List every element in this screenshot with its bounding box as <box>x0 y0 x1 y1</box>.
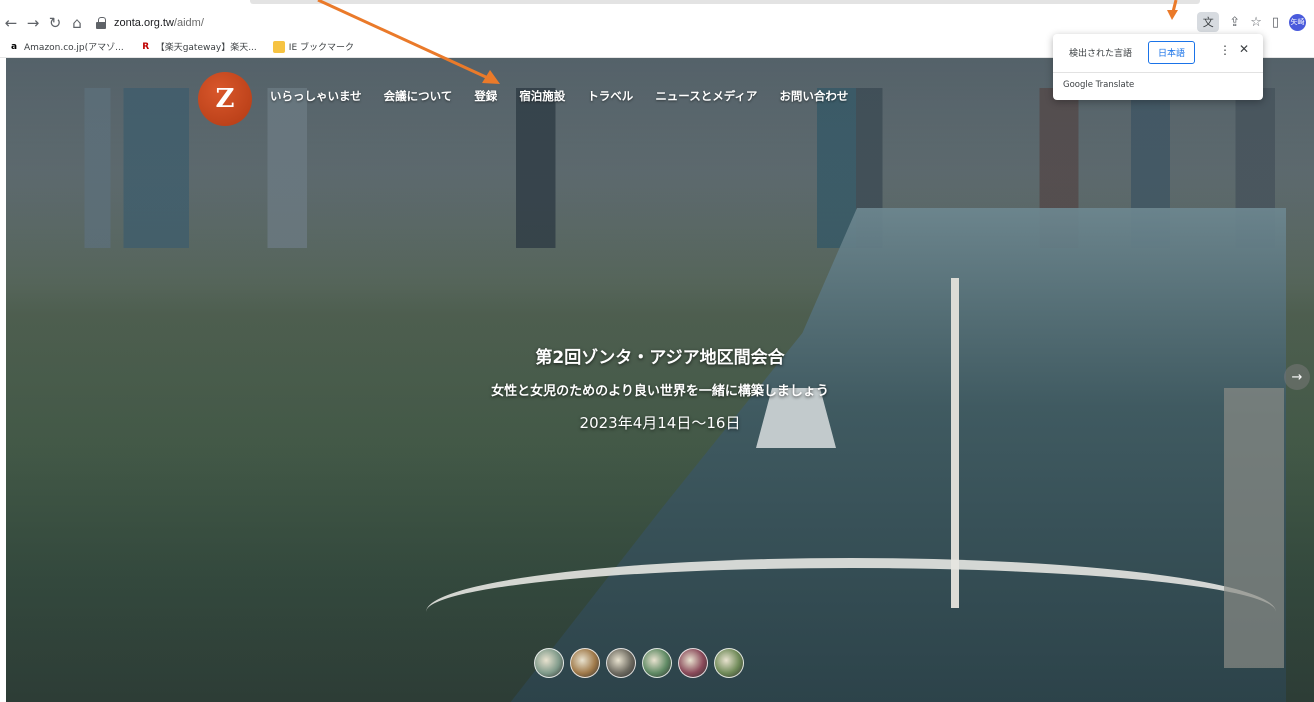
slide-thumbnail[interactable] <box>714 648 744 678</box>
nav-item-contact[interactable]: お問い合わせ <box>779 88 848 104</box>
bookmark-label: Amazon.co.jp(アマゾ... <box>24 43 124 53</box>
nav-item-about[interactable]: 会議について <box>384 88 453 104</box>
url-bar[interactable]: zonta.org.tw/aidm/ <box>96 12 204 34</box>
url-text[interactable]: zonta.org.tw/aidm/ <box>114 17 204 29</box>
slide-thumbnail[interactable] <box>678 648 708 678</box>
rakuten-icon: R <box>142 41 150 52</box>
tab-japanese[interactable]: 日本語 <box>1148 41 1196 64</box>
toolbar-right: 文 ⇪ ☆ ▯ 矢崎 <box>1197 12 1306 32</box>
slide-thumbnail[interactable] <box>570 648 600 678</box>
slide-thumbnail[interactable] <box>642 648 672 678</box>
divider <box>1053 72 1263 73</box>
google-translate-label: Google Translate <box>1063 80 1135 90</box>
reload-icon[interactable]: ↻ <box>44 12 66 34</box>
nav-item-accommodation[interactable]: 宿泊施設 <box>519 88 565 104</box>
slide-thumbnail[interactable] <box>534 648 564 678</box>
bookmark-amazon[interactable]: a Amazon.co.jp(アマゾ... <box>8 40 124 54</box>
translate-icon[interactable]: 文 <box>1197 12 1220 32</box>
forward-arrow-icon[interactable]: → <box>22 12 44 34</box>
site-nav: いらっしゃいませ 会議について 登録 宿泊施設 トラベル ニュースとメディア お… <box>270 88 870 104</box>
bookmark-label: IE ブックマーク <box>288 43 354 53</box>
bridge-pylon <box>951 278 959 608</box>
translate-tabs: 検出された言語 日本語 <box>1059 41 1196 64</box>
bookmark-rakuten[interactable]: R 【楽天gateway】楽天... <box>140 40 257 54</box>
address-bar-row: ← → ↻ ⌂ zonta.org.tw/aidm/ 文 ⇪ ☆ ▯ 矢崎 <box>0 10 1314 36</box>
share-icon[interactable]: ⇪ <box>1229 15 1240 30</box>
nav-item-travel[interactable]: トラベル <box>587 88 633 104</box>
nav-item-registration[interactable]: 登録 <box>474 88 497 104</box>
hero-date: 2023年4月14日～16日 <box>579 414 741 432</box>
slide-thumbnails <box>534 648 744 678</box>
site-logo[interactable]: Z <box>198 72 252 126</box>
star-icon[interactable]: ☆ <box>1250 15 1262 30</box>
close-icon[interactable]: ✕ <box>1239 42 1249 56</box>
slide-thumbnail[interactable] <box>606 648 636 678</box>
tab-detected-language[interactable]: 検出された言語 <box>1059 41 1142 64</box>
next-slide-button[interactable]: → <box>1284 364 1310 390</box>
nav-item-welcome[interactable]: いらっしゃいませ <box>270 88 362 104</box>
hero-banner: Z いらっしゃいませ 会議について 登録 宿泊施設 トラベル ニュースとメディア… <box>6 58 1314 702</box>
annotation-bar <box>250 0 1200 4</box>
back-arrow-icon[interactable]: ← <box>0 12 22 34</box>
bookmark-label: 【楽天gateway】楽天... <box>155 43 257 53</box>
folder-icon <box>272 40 285 53</box>
hero-title: 第2回ゾンタ・アジア地区間会合 <box>535 348 785 368</box>
arrow-right-icon: → <box>1291 369 1303 385</box>
translate-popup: 検出された言語 日本語 ⋮ ✕ Google Translate <box>1053 34 1263 100</box>
bookmark-ie-folder[interactable]: IE ブックマーク <box>272 40 354 53</box>
lock-icon <box>96 17 106 29</box>
more-options-icon[interactable]: ⋮ <box>1219 43 1231 57</box>
url-path: /aidm/ <box>173 17 204 29</box>
nav-item-news[interactable]: ニュースとメディア <box>655 88 757 104</box>
url-host: zonta.org.tw <box>114 17 174 29</box>
side-panel-icon[interactable]: ▯ <box>1272 15 1279 30</box>
hero-subtitle: 女性と女児のためのより良い世界を一緒に構築しましょう <box>491 384 829 399</box>
profile-avatar[interactable]: 矢崎 <box>1289 13 1306 31</box>
amazon-icon: a <box>10 41 18 52</box>
home-icon[interactable]: ⌂ <box>66 12 88 34</box>
logo-glyph: Z <box>215 84 235 114</box>
